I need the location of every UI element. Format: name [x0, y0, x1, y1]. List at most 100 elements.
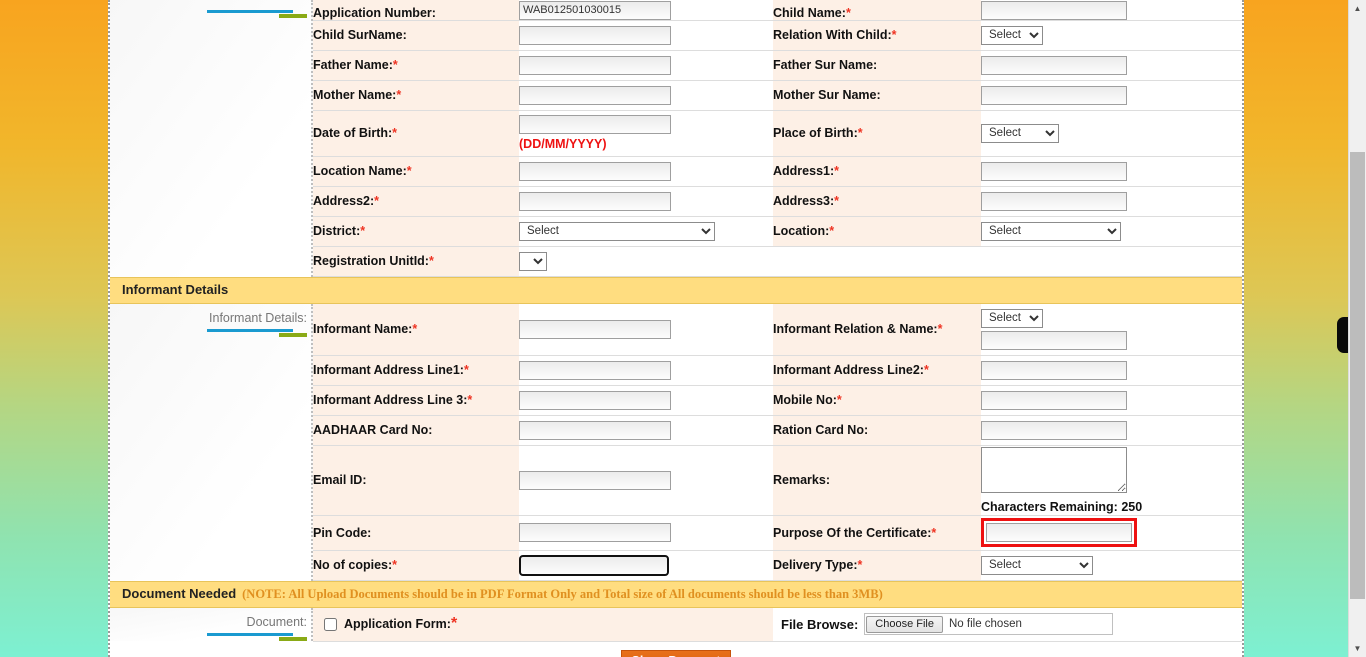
- scrollbar-thumb[interactable]: [1350, 152, 1365, 599]
- field-label: Informant Relation & Name:: [773, 322, 938, 336]
- informant-address-line2-input[interactable]: [981, 360, 1127, 380]
- file-browse-label: File Browse:: [781, 616, 859, 632]
- page-scrollbar[interactable]: ▲ ▼: [1348, 0, 1366, 657]
- document-note: (NOTE: All Upload Documents should be in…: [242, 586, 883, 601]
- mother-surname-input[interactable]: [981, 85, 1127, 105]
- address1-input[interactable]: [981, 161, 1127, 181]
- legend-accent-bars: [110, 328, 307, 337]
- document-fields: Application Form: * File Browse: Choose F…: [313, 607, 1242, 642]
- informant-address-line3-input[interactable]: [519, 390, 671, 410]
- purpose-of-certificate-highlight: [981, 518, 1137, 547]
- field-label: Registration UnitId:: [313, 254, 429, 268]
- child-details-fields: Application Number: Child Name:*: [313, 0, 1242, 277]
- form-row: Address2:* Address3:*: [313, 186, 1242, 217]
- required-asterisk: *: [392, 558, 398, 572]
- address3-input[interactable]: [981, 191, 1127, 211]
- form-row: No of copies:* Delivery Type:* Select: [313, 550, 1242, 581]
- mobile-no-input[interactable]: [981, 390, 1127, 410]
- payment-action-row: Show Payment: [110, 641, 1242, 657]
- required-asterisk: *: [857, 558, 863, 572]
- district-select[interactable]: Select: [519, 221, 715, 241]
- document-needed-section: Document Needed (NOTE: All Upload Documen…: [110, 580, 1242, 642]
- informant-legend-column: Informant Details:: [110, 303, 313, 581]
- informant-details-section: Informant Details Informant Details: Inf…: [110, 276, 1242, 581]
- field-label: Father Sur Name:: [773, 58, 878, 72]
- required-asterisk: *: [392, 126, 398, 140]
- field-label: Pin Code:: [313, 525, 372, 540]
- child-name-input[interactable]: [981, 0, 1127, 20]
- required-asterisk: *: [937, 322, 943, 336]
- application-form-checkbox[interactable]: [324, 617, 337, 631]
- field-label: Date of Birth:: [313, 126, 393, 140]
- field-label: Child Name:: [773, 5, 846, 20]
- no-of-copies-input[interactable]: [519, 554, 669, 576]
- address2-input[interactable]: [519, 191, 671, 211]
- required-asterisk: *: [428, 254, 434, 268]
- child-details-legend-column: [110, 0, 313, 277]
- date-format-hint: (DD/MM/YYYY): [519, 137, 607, 152]
- field-label: Place of Birth:: [773, 126, 858, 140]
- legend-bar-blue: [207, 328, 293, 332]
- required-asterisk: *: [857, 126, 863, 140]
- required-asterisk: *: [374, 194, 380, 208]
- field-label: Purpose Of the Certificate:: [773, 525, 932, 540]
- remarks-textarea[interactable]: [981, 446, 1127, 493]
- field-label: Location:: [773, 224, 830, 238]
- section-title: Document Needed: [122, 585, 237, 601]
- date-of-birth-input[interactable]: [519, 115, 671, 135]
- required-asterisk: *: [463, 363, 469, 377]
- informant-relation-name-input[interactable]: [981, 331, 1127, 350]
- relation-with-child-select[interactable]: Select: [981, 25, 1043, 45]
- field-label: Mother Name:: [313, 88, 397, 102]
- required-asterisk: *: [834, 194, 840, 208]
- place-of-birth-select[interactable]: Select: [981, 123, 1059, 143]
- form-row: Pin Code: Purpose Of the Certificate:*: [313, 515, 1242, 551]
- application-form-panel: Application Number: Child Name:*: [108, 0, 1244, 657]
- application-number-input[interactable]: [519, 0, 671, 20]
- aadhaar-card-no-input[interactable]: [519, 420, 671, 440]
- child-surname-input[interactable]: [519, 25, 671, 45]
- field-label: Remarks:: [773, 473, 830, 487]
- show-payment-button[interactable]: Show Payment: [620, 649, 732, 657]
- form-row: Email ID: Remarks: Characters Remaining:…: [313, 445, 1242, 516]
- registration-unit-id-select[interactable]: [519, 251, 547, 271]
- file-input[interactable]: Choose File No file chosen: [864, 613, 1113, 635]
- legend-bar-blue: [207, 10, 293, 13]
- informant-details-header: Informant Details: [110, 276, 1242, 304]
- field-label: Address3:: [773, 194, 835, 208]
- informant-address-line1-input[interactable]: [519, 360, 671, 380]
- form-row: Informant Address Line1:* Informant Addr…: [313, 355, 1242, 386]
- mother-name-input[interactable]: [519, 85, 671, 105]
- informant-name-input[interactable]: [519, 319, 671, 339]
- delivery-type-select[interactable]: Select: [981, 555, 1093, 575]
- pin-code-input[interactable]: [519, 523, 671, 543]
- scroll-down-arrow-icon[interactable]: ▼: [1349, 640, 1366, 657]
- required-asterisk: *: [834, 164, 840, 178]
- purpose-of-certificate-input[interactable]: [986, 523, 1132, 542]
- file-status-text: No file chosen: [949, 618, 1022, 630]
- required-asterisk: *: [891, 28, 897, 42]
- required-asterisk: *: [845, 5, 851, 20]
- child-details-section: Application Number: Child Name:*: [110, 0, 1242, 277]
- email-id-input[interactable]: [519, 470, 671, 490]
- ration-card-no-input[interactable]: [981, 420, 1127, 440]
- choose-file-button[interactable]: Choose File: [866, 615, 943, 633]
- field-label: AADHAAR Card No:: [313, 423, 433, 437]
- application-form-checkbox-cell: Application Form: *: [313, 615, 773, 633]
- field-label: Father Name:: [313, 58, 393, 72]
- father-name-input[interactable]: [519, 55, 671, 75]
- legend-bar-blue: [207, 632, 293, 636]
- location-name-input[interactable]: [519, 161, 671, 181]
- field-label: Mother Sur Name:: [773, 88, 881, 102]
- form-row: Child SurName: Relation With Child:* Sel…: [313, 20, 1242, 51]
- location-select[interactable]: Select: [981, 221, 1121, 241]
- scroll-up-arrow-icon[interactable]: ▲: [1349, 0, 1366, 17]
- field-label: Address1:: [773, 164, 835, 178]
- field-label: Ration Card No:: [773, 423, 869, 437]
- form-row: Informant Name:* Informant Relation & Na…: [313, 303, 1242, 356]
- informant-relation-select[interactable]: Select: [981, 308, 1043, 328]
- form-row: Mother Name:* Mother Sur Name:: [313, 80, 1242, 111]
- father-surname-input[interactable]: [981, 55, 1127, 75]
- legend-bar-green: [279, 332, 307, 337]
- required-asterisk: *: [406, 164, 412, 178]
